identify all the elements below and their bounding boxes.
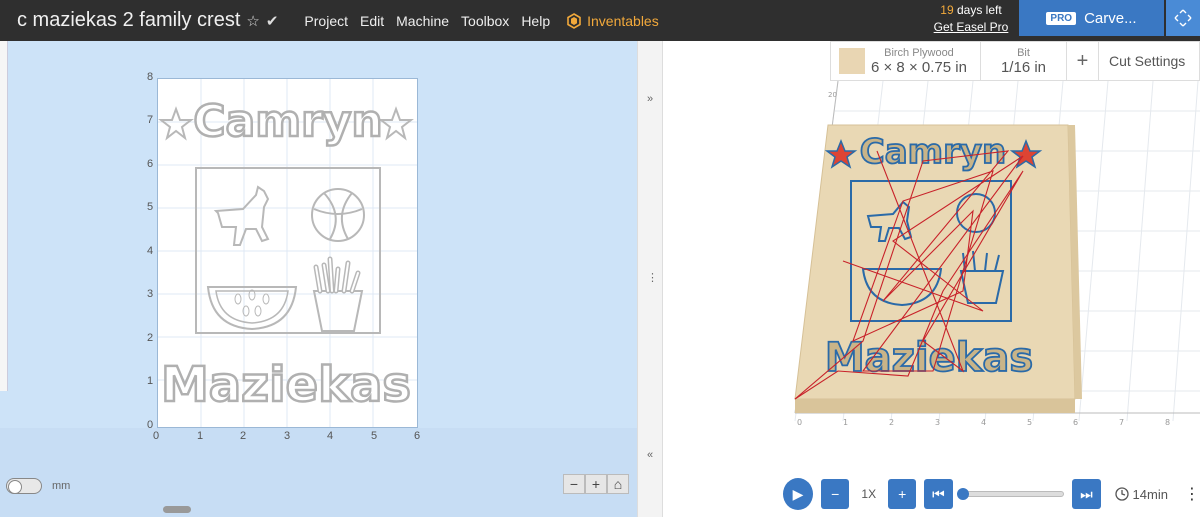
add-bit-button[interactable]: + (1067, 42, 1099, 80)
menu-toolbox[interactable]: Toolbox (455, 13, 515, 29)
skip-to-start-icon[interactable]: ⏮ (924, 479, 953, 509)
home-icon[interactable]: ⌂ (607, 474, 629, 494)
workpiece-grid: Camryn Maziekas (158, 79, 417, 427)
y-tick-8: 8 (147, 71, 154, 83)
time-value: 14min (1132, 486, 1168, 502)
slower-button[interactable]: − (821, 479, 850, 509)
clock-icon (1114, 487, 1129, 501)
more-options-icon[interactable]: ⋮ (1184, 484, 1200, 504)
estimated-time: 14min (1114, 486, 1168, 502)
right-star-shape (378, 106, 414, 141)
maziekas-design-text: Maziekas (161, 357, 411, 413)
preview-x-tick-0: 0 (797, 418, 802, 427)
zoom-in-button[interactable]: + (585, 474, 607, 494)
bit-selector[interactable]: Bit 1/16 in (981, 42, 1067, 80)
zoom-out-button[interactable]: − (563, 474, 585, 494)
trial-status: 19 days left Get Easel Pro (930, 2, 1012, 36)
trial-days-suffix: days left (957, 3, 1002, 17)
preview-x-tick-6: 6 (1073, 418, 1078, 427)
y-tick-7: 7 (147, 114, 154, 126)
drag-handle-icon[interactable]: ⋮ (647, 271, 658, 284)
progress-slider[interactable] (956, 488, 1065, 500)
menu-machine[interactable]: Machine (390, 13, 455, 29)
y-tick-5: 5 (147, 201, 154, 213)
play-icon[interactable]: ▶ (783, 478, 814, 510)
easel-app: c maziekas 2 family crest ☆ ✔ Project Ed… (0, 0, 1200, 517)
speed-value: 1X (861, 487, 877, 501)
simulation-player: ▶ − 1X + ⏮ ⏭ 14min ⋮ (783, 478, 1200, 510)
collapse-right-icon[interactable]: » (647, 93, 653, 105)
inventables-logo-icon (567, 12, 581, 29)
pane-divider[interactable]: » ⋮ « (637, 41, 663, 517)
menu-project[interactable]: Project (298, 13, 354, 29)
get-easel-pro-link[interactable]: Get Easel Pro (930, 19, 1012, 36)
design-bottom-area (0, 428, 637, 517)
material-bar: Birch Plywood 6 × 8 × 0.75 in Bit 1/16 i… (830, 41, 1200, 81)
x-tick-4: 4 (327, 430, 334, 442)
x-tick-6: 6 (414, 430, 421, 442)
menu-bar: Project Edit Machine Toolbox Help (298, 13, 556, 29)
preview-x-tick-4: 4 (981, 418, 986, 427)
skip-to-end-icon[interactable]: ⏭ (1072, 479, 1101, 509)
y-tick-4: 4 (147, 245, 154, 257)
dog-shape (213, 185, 270, 246)
preview-maziekas-text: Maziekas (825, 335, 1033, 381)
zoom-controls: − + ⌂ (563, 474, 629, 494)
units-toggle[interactable]: mm (6, 478, 70, 494)
design-canvas[interactable]: Camryn Maziekas 8 7 6 5 4 3 2 1 0 0 1 2 … (0, 41, 637, 517)
inventables-link[interactable]: Inventables (566, 13, 659, 29)
y-tick-2: 2 (147, 332, 154, 344)
preview-x-tick-1: 1 (843, 418, 848, 427)
material-name: Birch Plywood (884, 46, 954, 59)
y-tick-3: 3 (147, 288, 154, 300)
preview-x-tick-2: 2 (889, 418, 894, 427)
inventables-label: Inventables (587, 12, 659, 29)
preview-x-tick-5: 5 (1027, 418, 1032, 427)
left-star-shape (158, 106, 194, 141)
units-switch[interactable] (6, 478, 42, 494)
top-bar: c maziekas 2 family crest ☆ ✔ Project Ed… (0, 0, 1200, 41)
material-size: 6 × 8 × 0.75 in (871, 58, 967, 76)
x-tick-2: 2 (240, 430, 247, 442)
units-label: mm (52, 480, 71, 492)
trial-days-count: 19 (940, 3, 954, 17)
expand-icon[interactable] (1166, 0, 1200, 36)
bit-label: Bit (1017, 46, 1030, 59)
x-tick-5: 5 (371, 430, 378, 442)
carve-preview[interactable]: 20 Camryn Maziekas 0 1 2 3 4 5 6 7 8 (663, 41, 1200, 517)
carve-button[interactable]: PRO Carve... (1019, 0, 1164, 36)
y-tick-6: 6 (147, 158, 154, 170)
x-tick-0: 0 (153, 430, 160, 442)
menu-help[interactable]: Help (515, 13, 556, 29)
checkmark-icon: ✔ (265, 12, 279, 30)
fries-shape (312, 290, 364, 332)
carve-label: Carve... (1084, 9, 1137, 27)
preview-x-tick-8: 8 (1165, 418, 1170, 427)
preview-3d-view: 20 Camryn Maziekas 0 1 2 3 4 5 6 7 8 (794, 80, 1200, 427)
bit-value: 1/16 in (1000, 58, 1047, 76)
preview-x-tick-3: 3 (935, 418, 940, 427)
camryn-design-text: Camryn (193, 96, 383, 147)
material-swatch (839, 48, 865, 74)
star-icon[interactable]: ☆ (246, 12, 259, 30)
menu-edit[interactable]: Edit (354, 13, 390, 29)
progress-knob[interactable] (956, 488, 969, 500)
horizontal-scrollbar[interactable] (163, 506, 191, 513)
preview-axis-label: 20 (828, 91, 837, 99)
pro-badge: PRO (1046, 11, 1077, 25)
project-title[interactable]: c maziekas 2 family crest (17, 9, 240, 32)
faster-button[interactable]: + (888, 479, 917, 509)
collapse-left-icon[interactable]: « (647, 449, 653, 461)
cut-settings-button[interactable]: Cut Settings (1099, 42, 1185, 80)
x-tick-1: 1 (197, 430, 204, 442)
y-tick-1: 1 (147, 375, 154, 387)
x-tick-3: 3 (284, 430, 291, 442)
workpiece-board[interactable]: Camryn Maziekas (157, 78, 418, 428)
material-selector[interactable]: Birch Plywood 6 × 8 × 0.75 in (831, 42, 981, 80)
plywood-board-edge (795, 399, 1075, 413)
preview-x-tick-7: 7 (1119, 418, 1124, 427)
preview-camryn-text: Camryn (860, 132, 1006, 172)
